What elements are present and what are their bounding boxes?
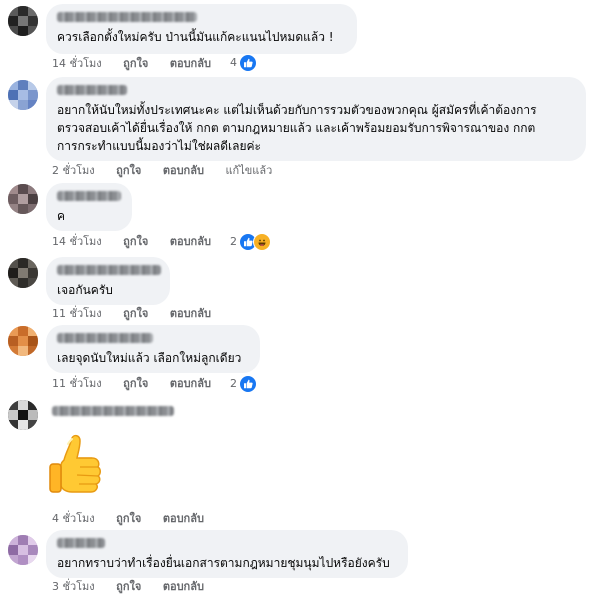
commenter-name[interactable]	[57, 333, 153, 343]
comment-bubble: เจอกันครับ	[46, 257, 170, 305]
comment-timestamp[interactable]: 14 ชั่วโมง	[52, 57, 102, 70]
commenter-name[interactable]	[57, 538, 105, 548]
comment-text: อยากทราบว่าทำเรื่องยื่นเอกสารตามกฎหมายชุ…	[57, 556, 390, 570]
comment-bubble: เลยจุดนับใหม่แล้ว เลือกใหม่ลูกเดียว	[46, 325, 260, 373]
reply-button[interactable]: ตอบกลับ	[170, 306, 211, 322]
comment-bubble: อยากให้นับใหม่ทั้งประเทศนะคะ แต่ไม่เห็นด…	[46, 77, 586, 161]
like-button[interactable]: ถูกใจ	[123, 234, 148, 250]
like-icon	[239, 54, 257, 72]
reaction-count: 2	[230, 235, 237, 248]
comment-text: เลยจุดนับใหม่แล้ว เลือกใหม่ลูกเดียว	[57, 351, 242, 365]
reaction-count: 2	[230, 377, 237, 390]
comment-text: ค	[57, 209, 66, 223]
reply-button[interactable]: ตอบกลับ	[163, 163, 204, 179]
like-button[interactable]: ถูกใจ	[123, 306, 148, 322]
haha-icon	[253, 233, 271, 251]
comment-text: ควรเลือกตั้งใหม่ครับ ป่านนี้มันแก้คะแนนไ…	[57, 30, 334, 44]
comment-actions: 2 ชั่วโมง ถูกใจ ตอบกลับ แก้ไขแล้ว	[52, 163, 290, 179]
commenter-name[interactable]	[52, 406, 174, 416]
avatar[interactable]	[8, 400, 38, 430]
comment-timestamp[interactable]: 2 ชั่วโมง	[52, 164, 95, 177]
comment-timestamp[interactable]: 3 ชั่วโมง	[52, 580, 95, 593]
commenter-name[interactable]	[57, 12, 197, 22]
reply-button[interactable]: ตอบกลับ	[170, 376, 211, 392]
reply-button[interactable]: ตอบกลับ	[163, 511, 204, 527]
comment-actions: 11 ชั่วโมง ถูกใจ ตอบกลับ	[52, 376, 229, 392]
avatar[interactable]	[8, 6, 38, 36]
comment-text: เจอกันครับ	[57, 283, 113, 297]
comment-actions: 4 ชั่วโมง ถูกใจ ตอบกลับ	[52, 511, 222, 527]
comment-timestamp[interactable]: 14 ชั่วโมง	[52, 235, 102, 248]
reaction-summary[interactable]: 2	[230, 375, 257, 393]
edited-label: แก้ไขแล้ว	[225, 164, 273, 177]
like-icon	[239, 375, 257, 393]
avatar[interactable]	[8, 258, 38, 288]
avatar[interactable]	[8, 326, 38, 356]
comment-actions: 11 ชั่วโมง ถูกใจ ตอบกลับ	[52, 306, 229, 322]
commenter-name[interactable]	[57, 265, 161, 275]
comment-text: อยากให้นับใหม่ทั้งประเทศนะคะ แต่ไม่เห็นด…	[57, 103, 537, 153]
like-button[interactable]: ถูกใจ	[123, 376, 148, 392]
reaction-summary[interactable]: 2	[230, 233, 271, 251]
comment-actions: 14 ชั่วโมง ถูกใจ ตอบกลับ	[52, 234, 229, 250]
like-button[interactable]: ถูกใจ	[116, 163, 141, 179]
avatar[interactable]	[8, 535, 38, 565]
comment-actions: 14 ชั่วโมง ถูกใจ ตอบกลับ	[52, 56, 229, 72]
reply-button[interactable]: ตอบกลับ	[163, 579, 204, 595]
reaction-count: 4	[230, 56, 237, 69]
comment-bubble: อยากทราบว่าทำเรื่องยื่นเอกสารตามกฎหมายชุ…	[46, 530, 408, 578]
reaction-summary[interactable]: 4	[230, 54, 257, 72]
reply-button[interactable]: ตอบกลับ	[170, 234, 211, 250]
thumbs-up-sticker[interactable]	[44, 434, 106, 498]
avatar[interactable]	[8, 184, 38, 214]
comment-timestamp[interactable]: 4 ชั่วโมง	[52, 512, 95, 525]
comment-bubble: ค	[46, 183, 132, 231]
comment-timestamp[interactable]: 11 ชั่วโมง	[52, 307, 102, 320]
comment-actions: 3 ชั่วโมง ถูกใจ ตอบกลับ	[52, 579, 222, 595]
like-button[interactable]: ถูกใจ	[123, 56, 148, 72]
comment-bubble: ควรเลือกตั้งใหม่ครับ ป่านนี้มันแก้คะแนนไ…	[46, 4, 357, 54]
avatar[interactable]	[8, 80, 38, 110]
reply-button[interactable]: ตอบกลับ	[170, 56, 211, 72]
comment-timestamp[interactable]: 11 ชั่วโมง	[52, 377, 102, 390]
commenter-name[interactable]	[57, 85, 127, 95]
commenter-name[interactable]	[57, 191, 121, 201]
like-button[interactable]: ถูกใจ	[116, 511, 141, 527]
like-button[interactable]: ถูกใจ	[116, 579, 141, 595]
